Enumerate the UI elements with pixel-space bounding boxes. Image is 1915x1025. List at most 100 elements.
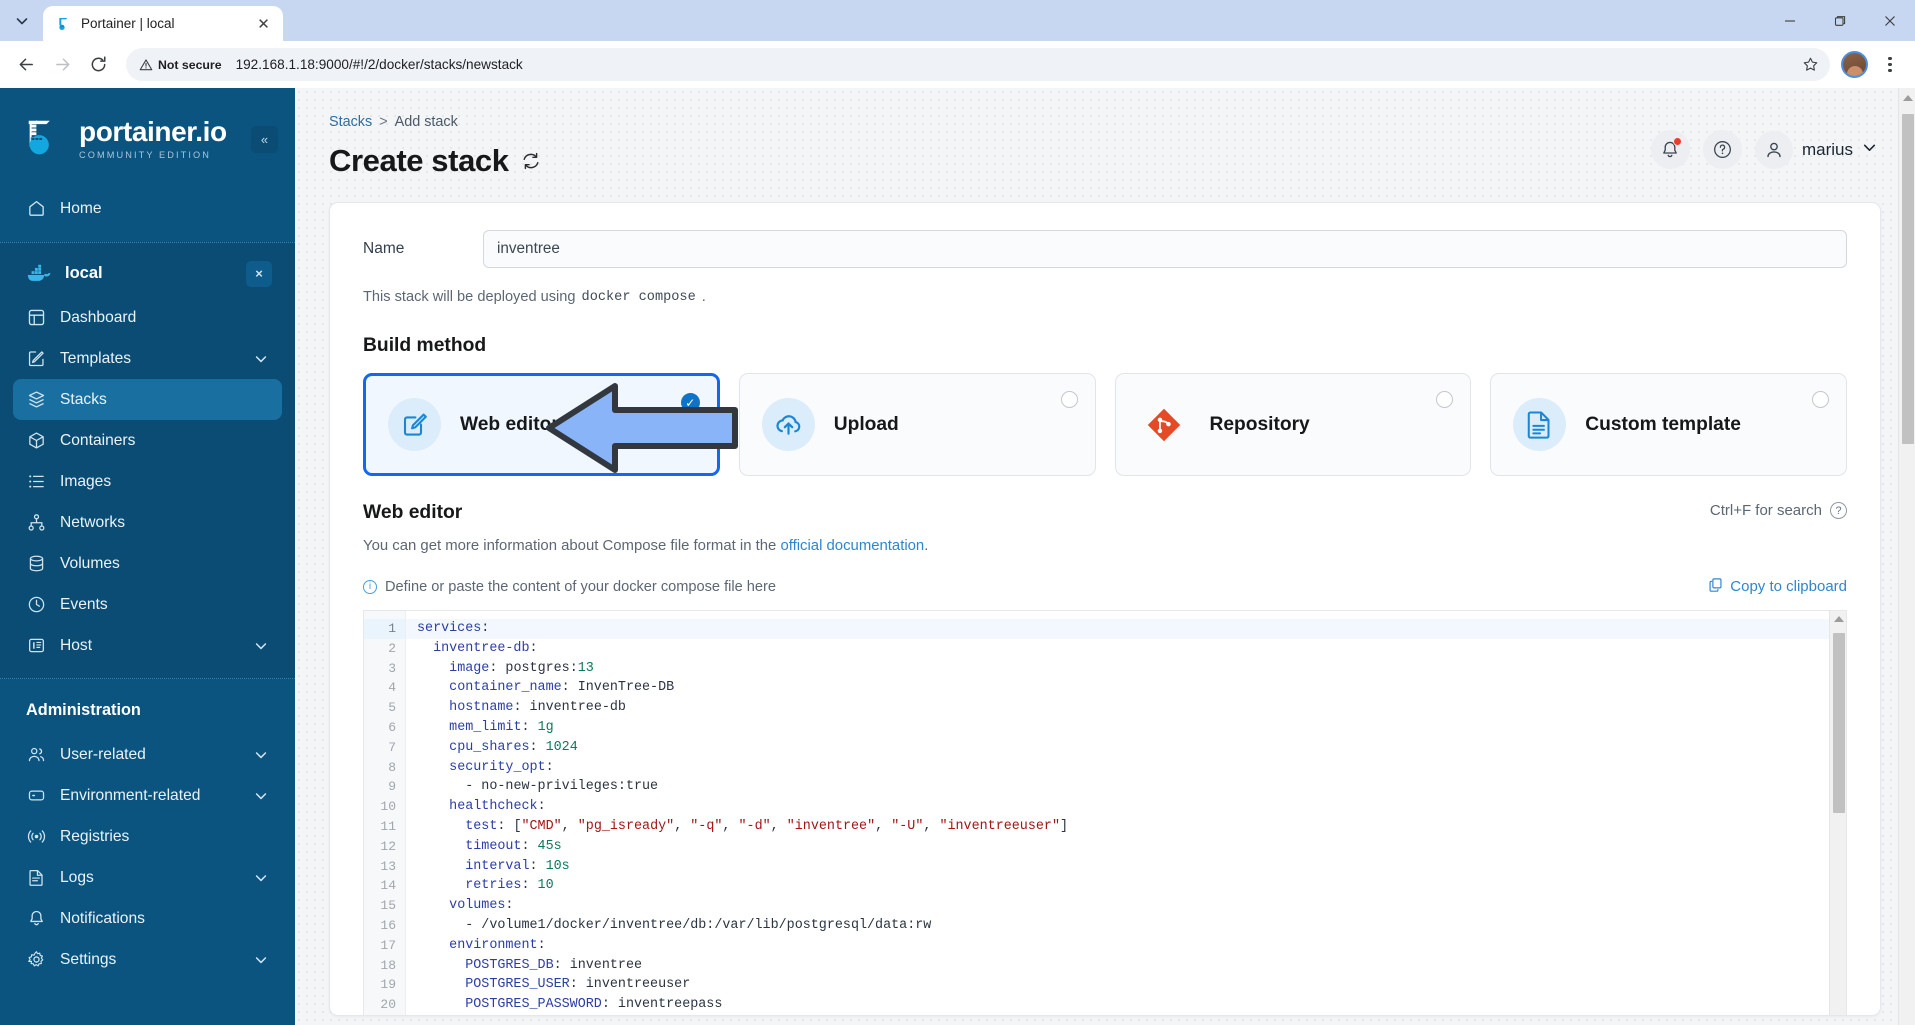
code-content-area[interactable]: services: inventree-db: image: postgres:… <box>406 611 1846 1015</box>
sidebar-item-home[interactable]: Home <box>13 188 282 229</box>
code-line[interactable]: retries: 10 <box>406 876 1846 896</box>
code-line[interactable]: - no-new-privileges:true <box>406 777 1846 797</box>
editor-scrollbar-thumb[interactable] <box>1832 633 1845 813</box>
breadcrumb: Stacks > Add stack <box>329 114 541 130</box>
build-method-web-editor[interactable]: Web editor ✓ <box>363 373 738 476</box>
sidebar-item-containers[interactable]: Containers <box>13 420 282 461</box>
close-window-button[interactable] <box>1865 0 1915 41</box>
browser-tab[interactable]: Portainer | local ✕ <box>43 6 283 41</box>
security-indicator[interactable]: Not secure <box>139 58 222 72</box>
sidebar-item-registries[interactable]: Registries <box>13 816 282 857</box>
address-bar[interactable]: Not secure 192.168.1.18:9000/#!/2/docker… <box>126 48 1830 81</box>
maximize-button[interactable] <box>1815 0 1865 41</box>
portainer-logo[interactable]: portainer.io COMMUNITY EDITION « <box>0 94 295 184</box>
code-line[interactable]: hostname: inventree-db <box>406 698 1846 718</box>
sidebar-item-events[interactable]: Events <box>13 584 282 625</box>
build-method-upload[interactable]: Upload <box>738 373 1096 476</box>
build-method-custom-template[interactable]: Custom template <box>1490 373 1847 476</box>
chevron-down-icon[interactable] <box>253 638 269 654</box>
minimize-button[interactable] <box>1765 0 1815 41</box>
code-line[interactable]: volumes: <box>406 896 1846 916</box>
chevron-down-icon[interactable] <box>253 351 269 367</box>
notifications-button[interactable] <box>1650 130 1690 169</box>
forward-button[interactable] <box>46 48 79 81</box>
profile-avatar[interactable] <box>1841 51 1868 78</box>
tab-search-button[interactable] <box>5 6 39 36</box>
editor-scrollbar[interactable] <box>1829 611 1846 1015</box>
radio-selected-icon[interactable]: ✓ <box>680 393 700 412</box>
breadcrumb-parent[interactable]: Stacks <box>329 114 372 130</box>
chevron-down-icon[interactable] <box>253 952 269 968</box>
help-button[interactable] <box>1702 130 1742 169</box>
help-circle-icon[interactable]: ? <box>1830 502 1847 519</box>
back-button[interactable] <box>10 48 43 81</box>
browser-menu-button[interactable] <box>1875 50 1905 80</box>
radio-unselected-icon[interactable] <box>1812 391 1829 408</box>
build-method-repository[interactable]: Repository <box>1114 373 1472 476</box>
page-scrollbar-thumb[interactable] <box>1901 114 1914 444</box>
sidebar-item-host[interactable]: Host <box>13 625 282 666</box>
user-icon <box>1767 142 1781 157</box>
code-editor[interactable]: 1 2 3 4 5 6 7 8 9 10 11 12 13 14 15 16 17 18 19 20 services… <box>363 610 1847 1015</box>
code-token: : <box>481 621 490 636</box>
sidebar-item-images[interactable]: Images <box>13 461 282 502</box>
code-token: : <box>553 957 570 973</box>
official-documentation-link[interactable]: official documentation <box>780 538 924 554</box>
environment-close-icon[interactable]: × <box>246 260 272 287</box>
code-line[interactable]: security_opt: <box>406 758 1846 778</box>
reload-button[interactable] <box>82 48 115 81</box>
code-line[interactable]: image: postgres:13 <box>406 659 1846 679</box>
editor-scroll-up-arrow[interactable] <box>1834 616 1844 622</box>
chevron-down-icon[interactable] <box>253 788 269 804</box>
header-left: Stacks > Add stack Create stack <box>329 114 541 179</box>
radio-unselected-icon[interactable] <box>1060 391 1078 408</box>
code-line[interactable]: interval: 10s <box>406 857 1846 877</box>
sidebar-environment-items: Dashboard Templates Stacks Containers Images… <box>13 297 282 666</box>
sidebar-item-templates[interactable]: Templates <box>13 338 282 379</box>
stack-name-input[interactable] <box>483 230 1847 268</box>
sidebar-item-logs[interactable]: Logs <box>13 857 282 898</box>
left-pointing-arrow-annotation <box>546 383 738 473</box>
chevron-down-icon[interactable] <box>253 747 269 763</box>
sidebar-administration-heading: Administration <box>26 701 141 719</box>
page-scroll-up-arrow[interactable] <box>1903 95 1913 101</box>
code-line[interactable]: healthcheck: <box>406 797 1846 817</box>
sidebar-item-notifications[interactable]: Notifications <box>13 898 282 939</box>
code-token: , <box>770 818 787 834</box>
code-line[interactable]: POSTGRES_USER: inventreeuser <box>406 975 1846 995</box>
code-line[interactable]: inventree-db: <box>406 639 1846 659</box>
sidebar-item-user-related[interactable]: User-related <box>13 734 282 775</box>
page-scrollbar[interactable] <box>1898 88 1915 1025</box>
code-token: : <box>521 878 538 894</box>
deploy-note-suffix: . <box>701 289 706 305</box>
tab-close-icon[interactable]: ✕ <box>254 14 273 33</box>
code-line[interactable]: POSTGRES_PASSWORD: inventreepass <box>406 995 1846 1015</box>
copy-to-clipboard-button[interactable]: Copy to clipboard <box>1708 577 1847 596</box>
code-line[interactable]: environment: <box>406 936 1846 956</box>
user-menu[interactable]: marius <box>1754 130 1881 169</box>
sidebar-item-stacks[interactable]: Stacks <box>13 379 282 420</box>
sidebar-item-dashboard[interactable]: Dashboard <box>13 297 282 338</box>
code-line[interactable]: test: ["CMD", "pg_isready", "-q", "-d", … <box>406 817 1846 837</box>
sidebar-item-environment-related[interactable]: Environment-related <box>13 775 282 816</box>
chevron-down-icon[interactable] <box>253 870 269 886</box>
refresh-icon[interactable] <box>521 151 541 171</box>
web-editor-section: Web editor Ctrl+F for search ? You can g… <box>363 502 1847 1015</box>
code-line[interactable]: mem_limit: 1g <box>406 718 1846 738</box>
sidebar-collapse-button[interactable]: « <box>251 126 278 153</box>
code-line[interactable]: services: <box>406 619 1846 639</box>
code-line[interactable]: cpu_shares: 1024 <box>406 738 1846 758</box>
code-line[interactable]: timeout: 45s <box>406 837 1846 857</box>
sidebar-item-networks[interactable]: Networks <box>13 502 282 543</box>
sidebar-item-settings[interactable]: Settings <box>13 939 282 980</box>
sidebar-item-label: Host <box>60 636 93 654</box>
code-line[interactable]: - /volume1/docker/inventree/db:/var/lib/… <box>406 916 1846 936</box>
sidebar-item-volumes[interactable]: Volumes <box>13 543 282 584</box>
bookmark-star-icon[interactable] <box>1796 51 1824 79</box>
radio-unselected-icon[interactable] <box>1436 391 1454 408</box>
sidebar-environment-local[interactable]: local × <box>13 250 282 297</box>
code-line[interactable]: container_name: InvenTree-DB <box>406 678 1846 698</box>
sidebar-item-label: Volumes <box>60 554 120 572</box>
code-line[interactable]: POSTGRES_DB: inventree <box>406 956 1846 976</box>
